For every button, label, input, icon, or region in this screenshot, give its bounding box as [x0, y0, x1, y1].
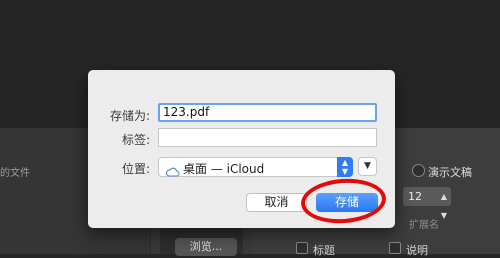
tags-label: 标签:	[121, 133, 150, 147]
save-as-input[interactable]: 123.pdf	[158, 103, 377, 122]
chevron-down-icon: ▼	[364, 161, 371, 171]
presentation-radio-label: 演示文稿	[428, 166, 472, 179]
chevron-updown-icon: ▲ ▼	[440, 192, 447, 220]
expand-dialog-button[interactable]: ▼	[358, 157, 377, 176]
chevron-updown-icon: ▲ ▼	[337, 157, 353, 177]
tags-input[interactable]	[158, 128, 377, 147]
icloud-icon	[165, 162, 180, 181]
location-popup[interactable]: 桌面 — iCloud ▲ ▼	[158, 157, 353, 177]
title-checkbox[interactable]	[296, 242, 308, 254]
save-as-label: 存储为:	[109, 109, 150, 123]
background-file-label: 的文件	[0, 168, 30, 179]
presentation-radio[interactable]	[412, 164, 425, 177]
location-label: 位置:	[121, 162, 150, 176]
cancel-button[interactable]: 取消	[246, 193, 307, 212]
title-checkbox-label: 标题	[313, 244, 335, 257]
location-value: 桌面 — iCloud	[183, 162, 265, 176]
notes-checkbox-label: 说明	[406, 244, 428, 257]
size-select-value: 12	[408, 190, 422, 203]
size-select[interactable]: 12 ▲ ▼	[403, 187, 451, 220]
notes-checkbox[interactable]	[389, 242, 401, 254]
browse-button[interactable]: 浏览...	[175, 238, 237, 256]
extension-label: 扩展名	[409, 220, 439, 231]
